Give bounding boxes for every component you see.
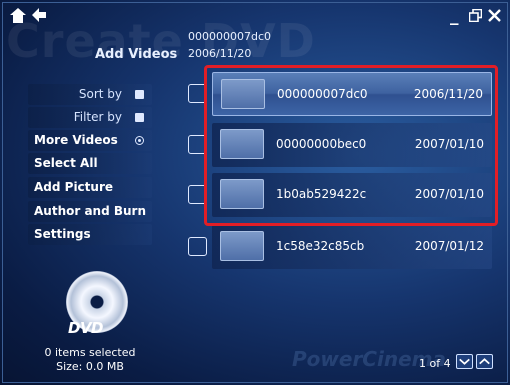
settings-label: Settings (34, 227, 91, 241)
select-all-label: Select All (34, 156, 98, 170)
video-thumbnail (220, 129, 264, 159)
page-indicator: 1 of 4 (419, 357, 451, 370)
video-thumbnail (221, 79, 265, 109)
video-name: 1c58e32c85cb (276, 239, 365, 253)
dropdown-icon (135, 90, 144, 99)
items-selected-text: 0 items selected (44, 346, 136, 359)
current-video-id: 000000007dc0 (188, 30, 272, 43)
page-up-icon[interactable] (476, 354, 493, 369)
close-icon[interactable] (488, 9, 501, 22)
home-icon[interactable] (10, 8, 26, 23)
select-all-button[interactable]: Select All (28, 153, 152, 174)
page-down-icon[interactable] (456, 354, 473, 369)
video-row[interactable]: 1c58e32c85cb 2007/01/12 (212, 225, 492, 269)
radio-icon (135, 136, 144, 145)
sort-by-label: Sort by (78, 87, 122, 101)
video-date: 2006/11/20 (413, 87, 483, 101)
settings-button[interactable]: Settings (28, 224, 152, 245)
video-date: 2007/01/10 (414, 187, 484, 201)
current-video-date: 2006/11/20 (188, 47, 252, 60)
video-thumbnail (220, 231, 264, 261)
video-checkbox[interactable] (188, 135, 207, 154)
video-name: 00000000bec0 (276, 137, 367, 151)
filter-by-button[interactable]: Filter by (28, 107, 152, 128)
video-date: 2007/01/12 (414, 239, 484, 253)
author-and-burn-label: Author and Burn (34, 204, 147, 218)
dvd-logo: DVD (68, 319, 104, 337)
video-date: 2007/01/10 (414, 137, 484, 151)
video-row[interactable]: 000000007dc0 2006/11/20 (212, 72, 492, 116)
author-and-burn-button[interactable]: Author and Burn (28, 201, 152, 222)
minimize-icon[interactable]: _ (450, 7, 459, 25)
back-arrow-icon[interactable] (32, 8, 46, 22)
size-text: Size: 0.0 MB (56, 360, 124, 373)
video-checkbox[interactable] (188, 237, 207, 256)
add-picture-label: Add Picture (34, 180, 114, 194)
video-row[interactable]: 00000000bec0 2007/01/10 (212, 123, 492, 167)
more-videos-button[interactable]: More Videos (28, 130, 152, 151)
more-videos-label: More Videos (34, 133, 118, 147)
filter-by-label: Filter by (73, 110, 122, 124)
dropdown-icon (135, 113, 144, 122)
video-checkbox[interactable] (188, 185, 207, 204)
video-checkbox[interactable] (188, 84, 207, 103)
video-name: 1b0ab529422c (276, 187, 367, 201)
add-picture-button[interactable]: Add Picture (28, 177, 152, 198)
restore-icon[interactable] (469, 9, 482, 22)
sort-by-button[interactable]: Sort by (28, 84, 152, 105)
video-thumbnail (220, 179, 264, 209)
page-title: Add Videos (95, 47, 178, 62)
video-row[interactable]: 1b0ab529422c 2007/01/10 (212, 173, 492, 217)
video-name: 000000007dc0 (277, 87, 368, 101)
